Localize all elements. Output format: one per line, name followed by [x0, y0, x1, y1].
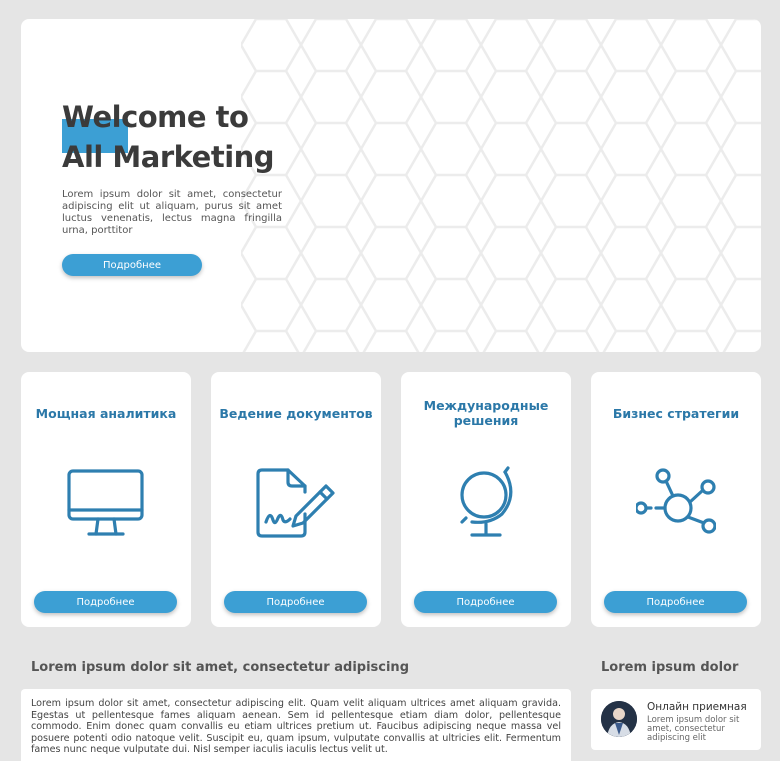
hero-more-button[interactable]: Подробнее	[62, 254, 202, 276]
globe-icon	[460, 466, 513, 537]
card-more-button[interactable]: Подробнее	[414, 591, 557, 613]
card-title: Бизнес стратегии	[612, 405, 740, 421]
card-more-button[interactable]: Подробнее	[224, 591, 367, 613]
hero-description: Lorem ipsum dolor sit amet, consectetur …	[62, 189, 282, 236]
hero-banner: Welcome to All Marketing Lorem ipsum dol…	[21, 19, 761, 352]
monitor-icon	[67, 469, 144, 536]
feature-card-strategy: Бизнес стратегии Подробнее	[591, 372, 761, 627]
card-title: Мощная аналитика	[35, 405, 177, 421]
online-reception-title: Онлайн приемная	[647, 701, 747, 713]
card-title: Международные решения	[423, 398, 549, 428]
main-section-text: Lorem ipsum dolor sit amet, consectetur …	[21, 689, 571, 761]
card-more-button[interactable]: Подробнее	[34, 591, 177, 613]
hero-title-line2: All Marketing	[62, 140, 275, 174]
avatar	[601, 701, 637, 737]
hero-title-line1: Welcome to	[62, 100, 249, 134]
hexagon-pattern-background	[241, 19, 761, 352]
online-reception-text: Lorem ipsum dolor sit amet, consectetur …	[647, 715, 740, 743]
main-section-title: Lorem ipsum dolor sit amet, consectetur …	[31, 660, 409, 675]
document-sign-icon	[256, 468, 335, 538]
feature-card-documents: Ведение документов Подробнее	[211, 372, 381, 627]
feature-card-analytics: Мощная аналитика Подробнее	[21, 372, 191, 627]
card-title: Ведение документов	[219, 405, 373, 421]
feature-card-international: Международные решения Подробнее	[401, 372, 571, 627]
network-icon	[636, 468, 716, 534]
online-reception-card[interactable]: Онлайн приемная Lorem ipsum dolor sit am…	[591, 689, 761, 750]
hero-title: Welcome to All Marketing	[62, 97, 362, 177]
card-more-button[interactable]: Подробнее	[604, 591, 747, 613]
side-section-title: Lorem ipsum dolor	[601, 660, 739, 675]
